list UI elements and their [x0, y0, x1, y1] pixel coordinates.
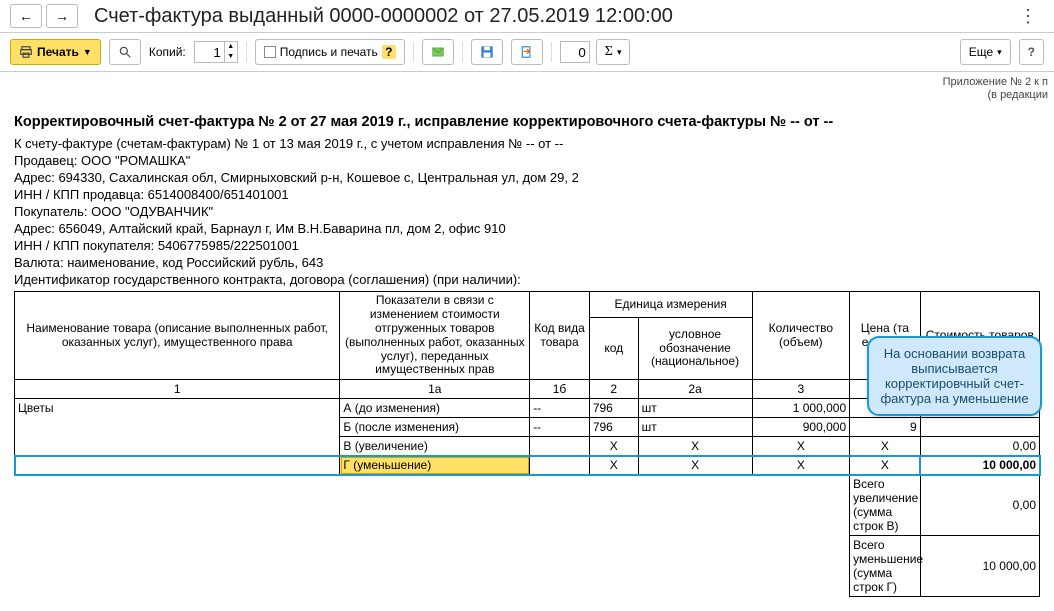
colnum-3: 3 [752, 380, 850, 399]
currency: Валюта: наименование, код Российский руб… [14, 255, 1040, 270]
buyer-inn: ИНН / КПП покупателя: 5406775985/2225010… [14, 238, 1040, 253]
sigma-input[interactable] [560, 41, 590, 63]
buyer: Покупатель: ООО "ОДУВАНЧИК" [14, 204, 1040, 219]
row-g-label: Г (уменьшение) [340, 456, 530, 475]
hdr-name: Наименование товара (описание выполненны… [15, 292, 340, 380]
send-email-button[interactable] [422, 39, 454, 65]
copies-stepper[interactable]: ▲ ▼ [194, 41, 238, 63]
kebab-menu-button[interactable]: ⋮ [1011, 6, 1044, 27]
sigma-group: Σ ▾ [560, 39, 631, 65]
row-a-qty: 1 000,000 [752, 399, 850, 418]
total-inc-label: Всего увеличение (сумма строк В) [850, 475, 921, 536]
printer-icon [19, 45, 33, 59]
row-v-qty: X [752, 437, 850, 456]
print-button[interactable]: Печать ▼ [10, 39, 101, 65]
stepper-down-icon[interactable]: ▼ [225, 52, 237, 62]
floppy-icon [480, 45, 494, 59]
dropdown-caret-icon: ▾ [997, 47, 1002, 58]
sigma-button[interactable]: Σ ▾ [596, 39, 631, 65]
row-a-code: 796 [589, 399, 638, 418]
total-dec-label: Всего уменьшение (сумма строк Г) [850, 536, 921, 597]
row-v-cost: 0,00 [920, 437, 1039, 456]
preview-button[interactable] [109, 39, 141, 65]
row-g-kind [530, 456, 590, 475]
export-button[interactable] [511, 39, 543, 65]
row-b-price: 9 [850, 418, 921, 437]
colnum-1b: 1б [530, 380, 590, 399]
row-g-cost: 10 000,00 [920, 456, 1039, 475]
doc-heading: Корректировочный счет-фактура № 2 от 27 … [14, 114, 1040, 130]
hdr-kindcode: Код вида товара [530, 292, 590, 380]
sign-print-toggle[interactable]: Подпись и печать ? [255, 39, 405, 65]
print-label: Печать [37, 45, 79, 59]
row-g-unit: X [638, 456, 752, 475]
stepper-up-icon[interactable]: ▲ [225, 42, 237, 52]
seller-address: Адрес: 694330, Сахалинская обл, Смирныхо… [14, 170, 1040, 185]
more-label: Еще [969, 45, 993, 59]
annotation-callout: На основании возврата выписывается корре… [867, 336, 1042, 416]
title-bar: ← → Счет-фактура выданный 0000-0000002 о… [0, 0, 1054, 33]
colnum-2: 2 [589, 380, 638, 399]
row-b-cost [920, 418, 1039, 437]
buyer-address: Адрес: 656049, Алтайский край, Барнаул г… [14, 221, 1040, 236]
row-a-kind: -- [530, 399, 590, 418]
save-button[interactable] [471, 39, 503, 65]
row-g-price: X [850, 456, 921, 475]
hdr-unit-code: код [589, 317, 638, 379]
total-inc-value: 0,00 [920, 475, 1039, 536]
colnum-1: 1 [15, 380, 340, 399]
row-b-label: Б (после изменения) [340, 418, 530, 437]
more-button[interactable]: Еще ▾ [960, 39, 1011, 65]
hdr-unit-group: Единица измерения [589, 292, 752, 317]
sign-print-label: Подпись и печать [280, 45, 378, 59]
row-g-qty: X [752, 456, 850, 475]
export-icon [520, 45, 534, 59]
row-a-label: А (до изменения) [340, 399, 530, 418]
item-name: Цветы [15, 399, 340, 475]
total-dec-value: 10 000,00 [920, 536, 1039, 597]
row-v-kind [530, 437, 590, 456]
hdr-unit-name: условное обозначение (национальное) [638, 317, 752, 379]
hdr-indicators: Показатели в связи с изменением стоимост… [340, 292, 530, 380]
help-button[interactable]: ? [1019, 39, 1044, 65]
colnum-1a: 1а [340, 380, 530, 399]
help-icon[interactable]: ? [382, 45, 396, 59]
nav-forward-button[interactable]: → [46, 4, 78, 28]
row-a-unit: шт [638, 399, 752, 418]
row-b-kind: -- [530, 418, 590, 437]
row-v-price: X [850, 437, 921, 456]
row-g-code: X [589, 456, 638, 475]
sigma-icon: Σ [605, 44, 613, 60]
row-v-unit: X [638, 437, 752, 456]
hdr-qty: Количество (объем) [752, 292, 850, 380]
copies-input[interactable] [194, 41, 224, 63]
window-title: Счет-фактура выданный 0000-0000002 от 27… [94, 5, 673, 28]
row-v-code: X [589, 437, 638, 456]
colnum-2a: 2а [638, 380, 752, 399]
row-b-qty: 900,000 [752, 418, 850, 437]
dropdown-caret-icon: ▾ [617, 47, 622, 58]
contract-id: Идентификатор государственного контракта… [14, 272, 1040, 287]
seller-inn: ИНН / КПП продавца: 6514008400/651401001 [14, 187, 1040, 202]
seller: Продавец: ООО "РОМАШКА" [14, 153, 1040, 168]
dropdown-caret-icon: ▼ [83, 47, 92, 57]
copies-label: Копий: [149, 45, 186, 59]
doc-base: К счету-фактуре (счетам-фактурам) № 1 от… [14, 136, 1040, 151]
magnifier-icon [118, 45, 132, 59]
total-row-inc: Всего увеличение (сумма строк В) 0,00 [15, 475, 1040, 536]
toolbar: Печать ▼ Копий: ▲ ▼ Подпись и печать ? Σ… [0, 33, 1054, 72]
nav-back-button[interactable]: ← [10, 4, 42, 28]
row-v-label: В (увеличение) [340, 437, 530, 456]
appendix-note: Приложение № 2 к п (в редакции [0, 72, 1054, 102]
total-row-dec: Всего уменьшение (сумма строк Г) 10 000,… [15, 536, 1040, 597]
row-b-code: 796 [589, 418, 638, 437]
row-b-unit: шт [638, 418, 752, 437]
envelope-icon [431, 45, 445, 59]
